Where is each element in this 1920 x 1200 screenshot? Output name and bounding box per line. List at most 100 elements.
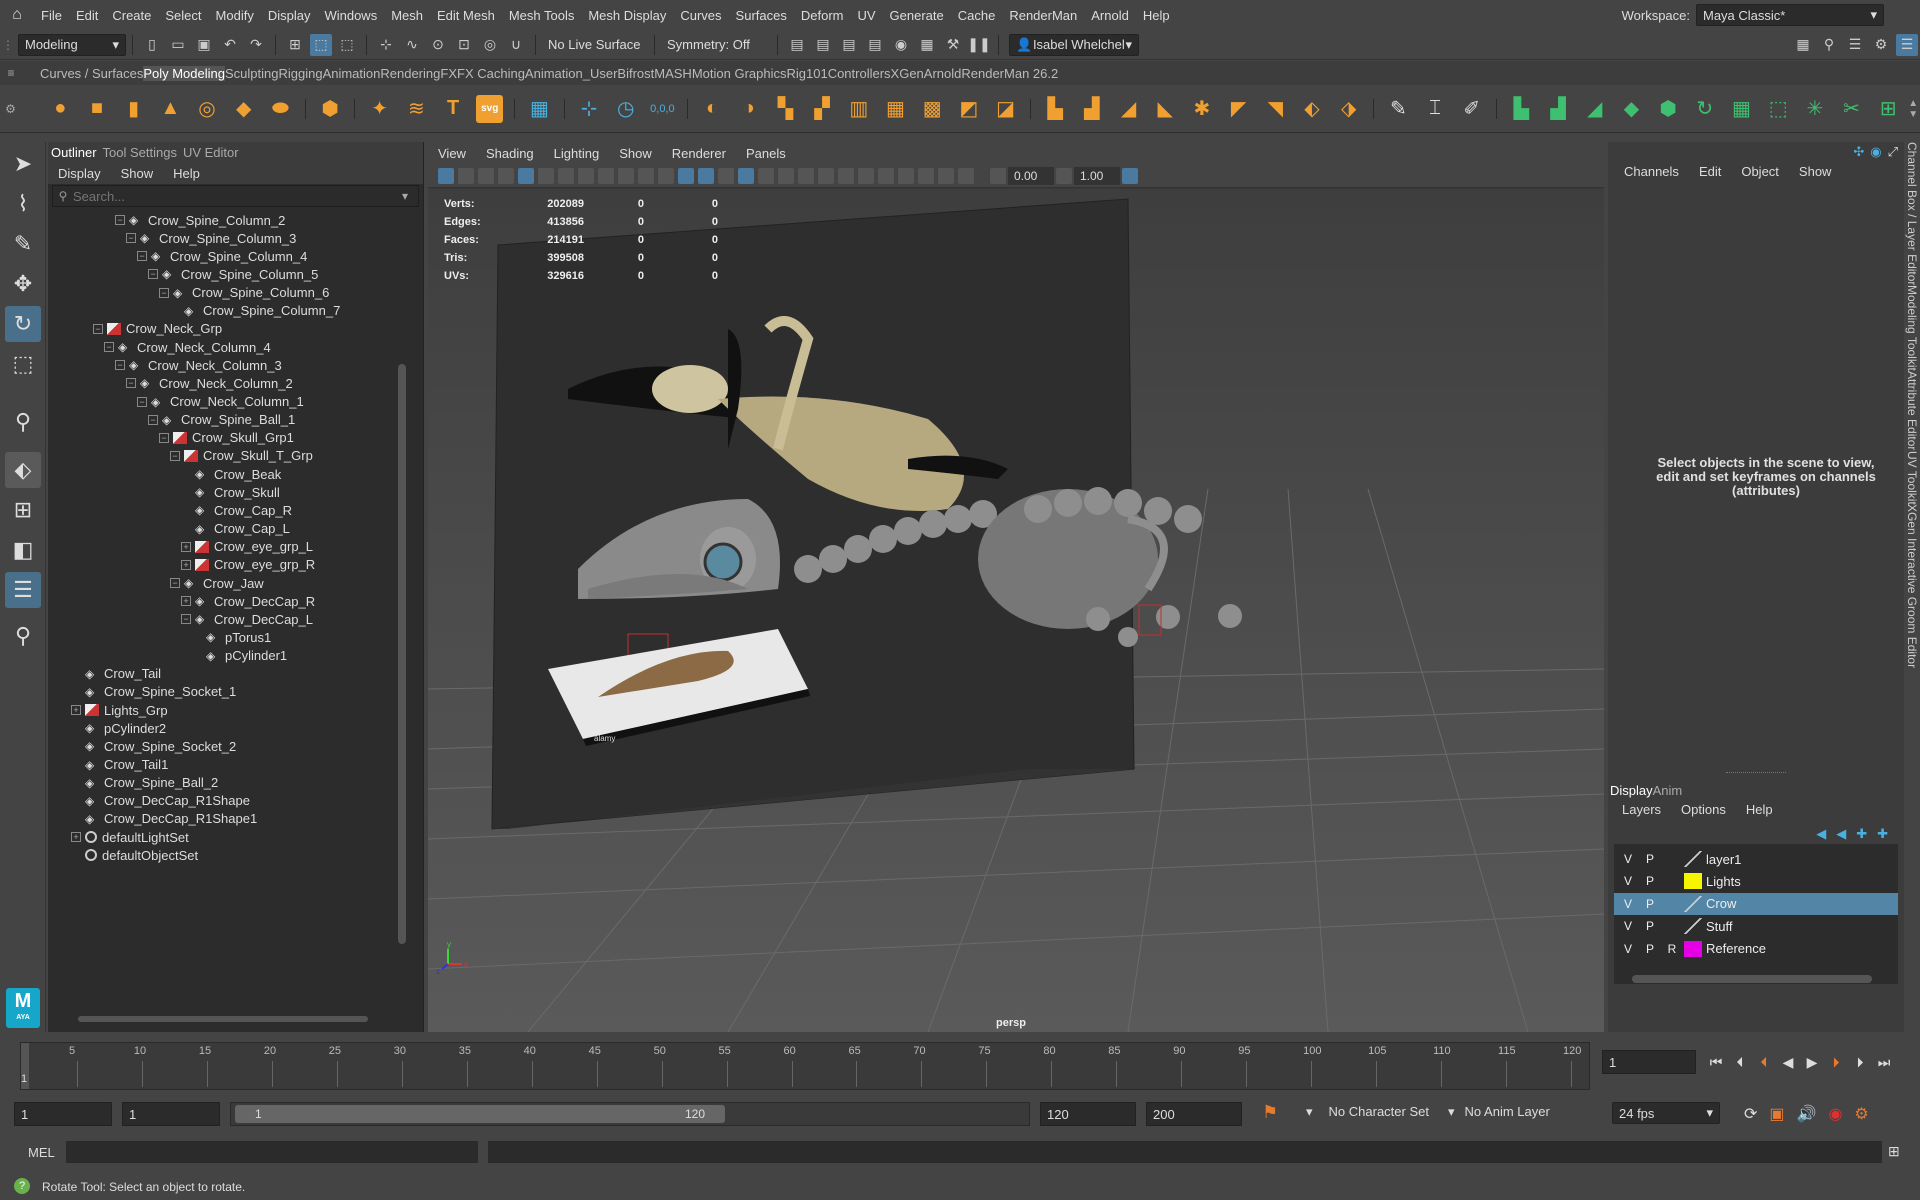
- channel-box-toggle-icon[interactable]: ▦: [1792, 34, 1814, 56]
- extract-icon[interactable]: ▦: [882, 95, 909, 123]
- viewport-menu-renderer[interactable]: Renderer: [662, 146, 736, 161]
- shelf-tab-rig101[interactable]: Rig101: [786, 66, 827, 81]
- camera-attributes-icon[interactable]: [458, 167, 474, 184]
- expand-toggle-icon[interactable]: −: [148, 269, 158, 280]
- expand-toggle-icon[interactable]: −: [159, 432, 169, 443]
- field-chart-icon[interactable]: [578, 167, 594, 184]
- menu-edit[interactable]: Edit: [69, 8, 105, 23]
- fill-hole-icon[interactable]: ◪: [992, 95, 1019, 123]
- menu-mesh-tools[interactable]: Mesh Tools: [502, 8, 582, 23]
- menu-display[interactable]: Display: [261, 8, 318, 23]
- select-component-icon[interactable]: ⬚: [336, 34, 358, 56]
- tab-tool-settings[interactable]: Tool Settings: [100, 145, 180, 160]
- play-backward-icon[interactable]: ◀: [1778, 1052, 1798, 1072]
- outliner-scrollbar[interactable]: [398, 364, 406, 944]
- shelf-tab-animation[interactable]: Animation: [323, 66, 381, 81]
- tab-uv-editor[interactable]: UV Editor: [180, 145, 242, 160]
- layer-hscrollbar[interactable]: [1632, 975, 1872, 983]
- exposure-icon[interactable]: [990, 167, 1006, 184]
- uv-auto-icon[interactable]: ◆: [1618, 95, 1645, 123]
- menu-select[interactable]: Select: [158, 8, 208, 23]
- uv-sew-icon[interactable]: ✳: [1802, 95, 1829, 123]
- poly-cube-icon[interactable]: ■: [84, 95, 111, 123]
- move-layer-up-icon[interactable]: ◀: [1816, 826, 1826, 842]
- expand-toggle-icon[interactable]: +: [181, 541, 191, 552]
- menu-mesh-display[interactable]: Mesh Display: [581, 8, 673, 23]
- coordinates-icon[interactable]: 0,0,0: [649, 95, 676, 123]
- expand-toggle-icon[interactable]: +: [181, 559, 191, 570]
- rotate-tool-icon[interactable]: ↻: [5, 306, 41, 342]
- shelf-tab-fx[interactable]: FX: [440, 66, 457, 81]
- lasso-tool-icon[interactable]: ⌇: [5, 186, 41, 222]
- lights-icon[interactable]: [798, 167, 814, 184]
- modeling-toolkit-icon[interactable]: ⚲: [1818, 34, 1840, 56]
- image-plane-icon[interactable]: [498, 167, 514, 184]
- layer-visibility-toggle[interactable]: V: [1620, 919, 1636, 933]
- scale-tool-icon[interactable]: ⬚: [5, 346, 41, 382]
- snap-point-icon[interactable]: ⊙: [427, 34, 449, 56]
- time-slider-track[interactable]: 5 10 15 20 25 30 35 40 45 50 55 60 65 70 75 80 85 90 95 100…: [20, 1042, 1590, 1090]
- menu-deform[interactable]: Deform: [794, 8, 851, 23]
- textures-icon[interactable]: [778, 167, 794, 184]
- expand-toggle-icon[interactable]: +: [71, 832, 81, 843]
- shelf-scroll-icon[interactable]: ▲ ▼: [1907, 98, 1920, 120]
- expand-toggle-icon[interactable]: −: [137, 251, 147, 262]
- shelf-tab-rendering[interactable]: Rendering: [380, 66, 440, 81]
- exposure-field[interactable]: 0.00: [1008, 166, 1054, 185]
- viewport-menu-show[interactable]: Show: [609, 146, 662, 161]
- shelf-tab-rigging[interactable]: Rigging: [278, 66, 322, 81]
- anim-layer-dropdown[interactable]: ▾ No Anim Layer: [1448, 1104, 1550, 1120]
- layer-menu-layers[interactable]: Layers: [1612, 802, 1671, 822]
- ambient-occlusion-icon[interactable]: [818, 167, 834, 184]
- layer-playback-toggle[interactable]: P: [1642, 897, 1658, 911]
- safe-title-icon[interactable]: [618, 167, 634, 184]
- side-tab-xgen-interactive-groom-editor[interactable]: XGen Interactive Groom Editor: [1905, 504, 1919, 668]
- multi-cut-icon[interactable]: ◣: [1152, 95, 1179, 123]
- xray-active-icon[interactable]: [958, 167, 974, 184]
- playback-end-field[interactable]: 120: [1040, 1102, 1136, 1126]
- menu-set-dropdown[interactable]: Modeling ▾: [18, 33, 126, 56]
- gamma-icon[interactable]: [1056, 167, 1072, 184]
- isolate-select-icon[interactable]: [898, 167, 914, 184]
- layer-playback-toggle[interactable]: P: [1642, 919, 1658, 933]
- uv-snapshot-icon[interactable]: ⬚: [1765, 95, 1792, 123]
- auto-key-icon[interactable]: ⚑: [1262, 1102, 1278, 1123]
- viewport-menu-shading[interactable]: Shading: [476, 146, 544, 161]
- side-tab-modeling-toolkit[interactable]: Modeling Toolkit: [1905, 285, 1919, 371]
- shelf-tab-mash[interactable]: MASH: [654, 66, 692, 81]
- layer-menu-help[interactable]: Help: [1736, 802, 1783, 822]
- layer-row-reference[interactable]: V P R Reference: [1614, 938, 1898, 960]
- layer-visibility-toggle[interactable]: V: [1620, 942, 1636, 956]
- axis-icon[interactable]: ✣: [1853, 144, 1864, 160]
- character-set-dropdown[interactable]: ▾ No Character Set: [1306, 1104, 1429, 1120]
- layer-row-stuff[interactable]: V P Stuff: [1614, 915, 1898, 937]
- select-object-icon[interactable]: ⬚: [310, 33, 332, 56]
- preferences-icon[interactable]: ⚙: [1854, 1104, 1868, 1124]
- expand-icon[interactable]: ⤢: [1888, 144, 1898, 160]
- expand-toggle-icon[interactable]: −: [148, 414, 158, 425]
- outliner-menu-show[interactable]: Show: [111, 166, 164, 181]
- menu-surfaces[interactable]: Surfaces: [729, 8, 794, 23]
- menu-generate[interactable]: Generate: [883, 8, 951, 23]
- snap-curve-icon[interactable]: ∿: [401, 34, 423, 56]
- clock-icon[interactable]: ◷: [612, 95, 639, 123]
- go-to-end-icon[interactable]: ⏭: [1874, 1052, 1894, 1072]
- shelf-tab-controllers[interactable]: Controllers: [828, 66, 891, 81]
- side-tab-attribute-editor[interactable]: Attribute Editor: [1905, 371, 1919, 450]
- move-tool-icon[interactable]: ✥: [5, 266, 41, 302]
- cache-icon[interactable]: ▣: [1769, 1104, 1784, 1124]
- command-language-label[interactable]: MEL: [28, 1145, 55, 1160]
- viewport-menu-view[interactable]: View: [428, 146, 476, 161]
- color-management-icon[interactable]: [1122, 167, 1138, 184]
- menu-windows[interactable]: Windows: [317, 8, 384, 23]
- expand-toggle-icon[interactable]: −: [170, 578, 180, 588]
- viewport-canvas[interactable]: alamy y x z Verts: 202089 0 0 Edges: 413856 0 0…: [428, 189, 1604, 1032]
- layer-row-lights[interactable]: V P Lights: [1614, 870, 1898, 892]
- bridge-icon[interactable]: ▟: [1079, 95, 1106, 123]
- menu-file[interactable]: File: [34, 8, 69, 23]
- menu-edit-mesh[interactable]: Edit Mesh: [430, 8, 502, 23]
- tool-settings-icon[interactable]: ⚙: [1870, 34, 1892, 56]
- audio-icon[interactable]: 🔊: [1797, 1104, 1817, 1124]
- uv-misc-icon[interactable]: ⊞: [1875, 95, 1902, 123]
- grease-pencil-icon[interactable]: [658, 167, 674, 184]
